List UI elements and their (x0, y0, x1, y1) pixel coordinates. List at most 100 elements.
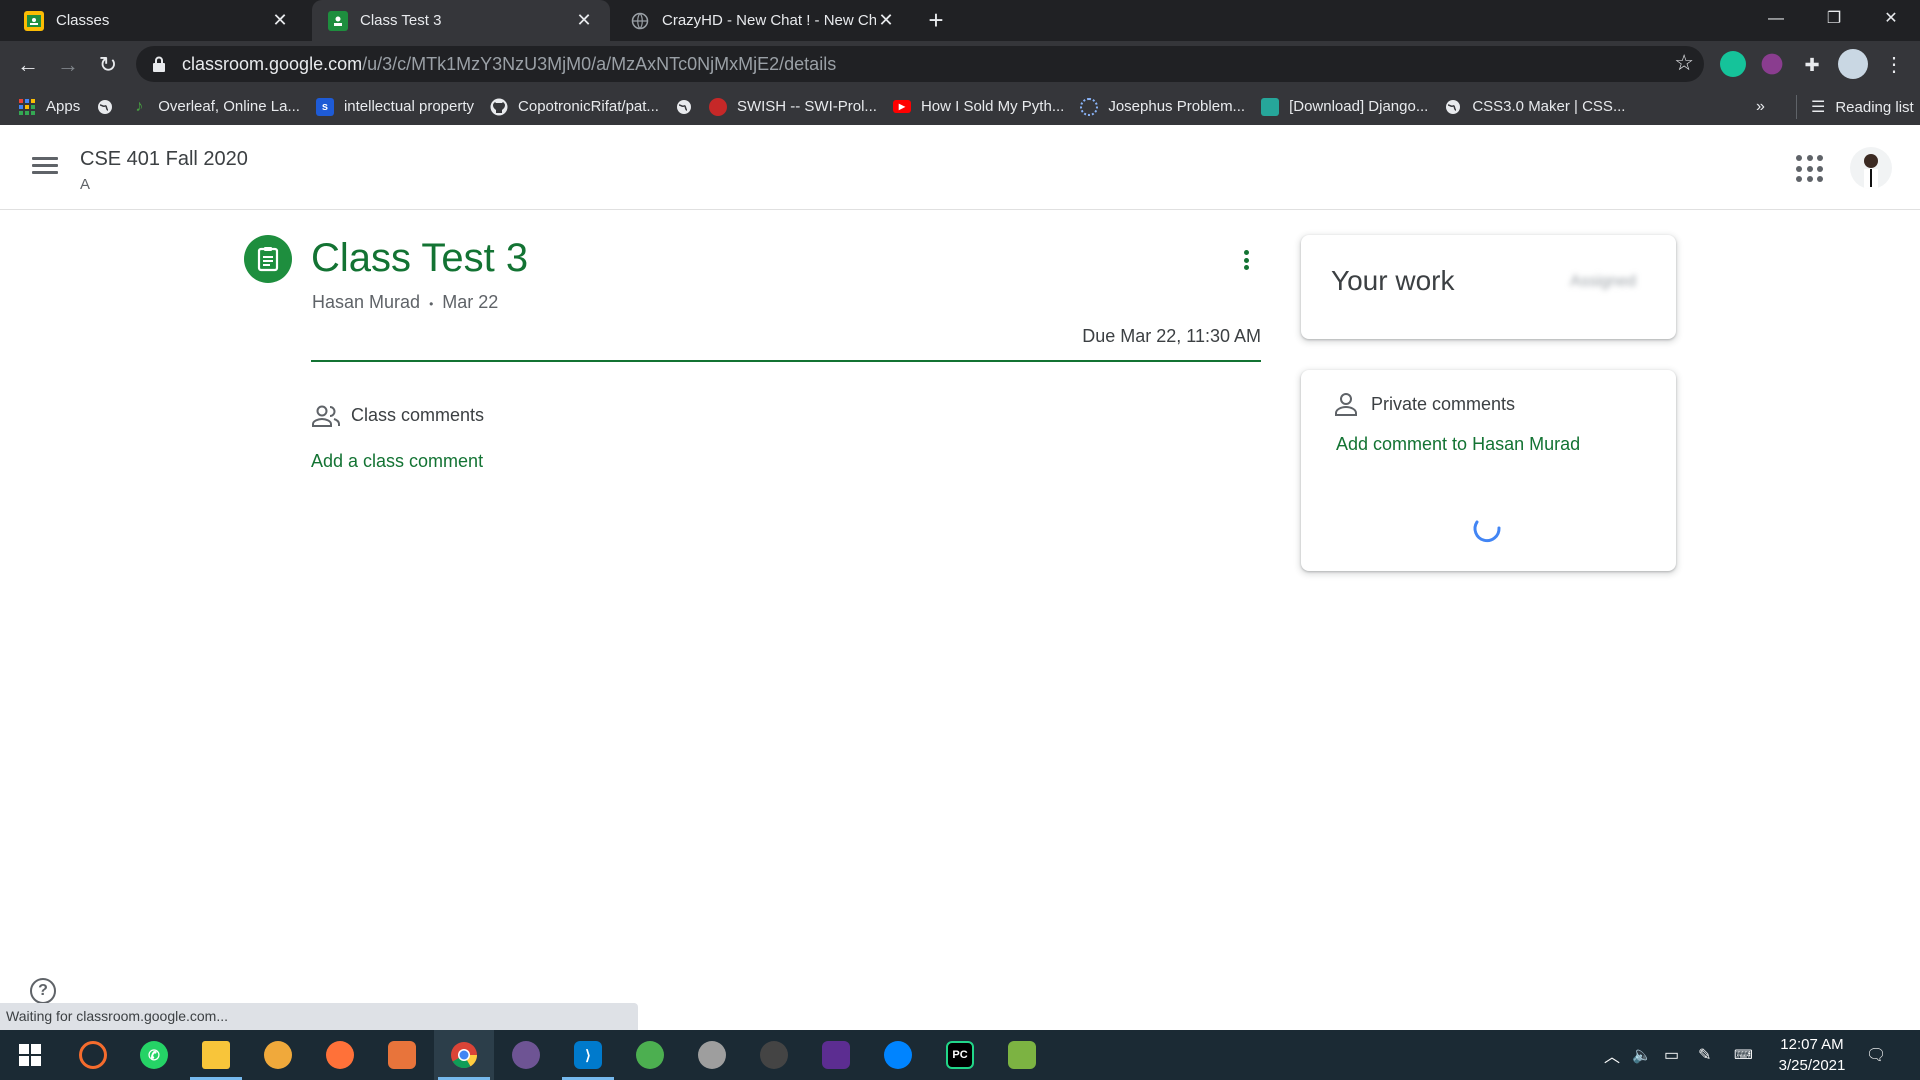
bookmarks-overflow-chevron-icon[interactable]: » (1756, 88, 1765, 125)
private-comments-card: Private comments Add comment to Hasan Mu… (1301, 370, 1676, 571)
tab-title: CrazyHD - New Chat ! - New Cha (662, 12, 876, 29)
forward-icon[interactable]: → (50, 47, 86, 83)
back-icon[interactable]: ← (10, 47, 46, 83)
notepad-app-taskbar-icon[interactable] (992, 1030, 1052, 1080)
windows-logo-icon (19, 1044, 41, 1066)
assignment-title: Class Test 3 (311, 236, 529, 280)
file-explorer-taskbar-icon[interactable] (186, 1030, 246, 1080)
bookmark-intellectual-property[interactable]: s intellectual property (315, 97, 474, 116)
django-icon (1261, 97, 1280, 116)
course-title[interactable]: CSE 401 Fall 2020 (80, 148, 248, 171)
messenger-taskbar-icon[interactable] (868, 1030, 928, 1080)
restore-icon[interactable]: ❐ (1805, 0, 1863, 41)
your-work-title: Your work (1331, 265, 1455, 296)
close-icon[interactable]: ✕ (1862, 0, 1920, 41)
close-tab-icon[interactable]: ✕ (876, 10, 896, 31)
bookmark-label: Josephus Problem... (1108, 98, 1246, 115)
system-clock[interactable]: 12:07 AM 3/25/2021 (1772, 1034, 1852, 1076)
brave-taskbar-icon[interactable] (248, 1030, 308, 1080)
chrome-taskbar-icon[interactable] (434, 1030, 494, 1080)
reading-list-icon: ☰ (1811, 98, 1826, 116)
extension-icon[interactable] (1761, 53, 1783, 75)
clock-time: 12:07 AM (1780, 1036, 1844, 1053)
tab-classes[interactable]: Classes ✕ (8, 0, 306, 41)
globe-icon (675, 98, 693, 116)
due-date: Due Mar 22, 11:30 AM (1082, 326, 1261, 346)
person-icon (1335, 393, 1357, 416)
github-icon (490, 98, 508, 116)
bookmark-overleaf[interactable]: ♪ Overleaf, Online La... (130, 98, 300, 116)
bookmarks-bar: Apps ♪ Overleaf, Online La... s intellec… (0, 88, 1920, 125)
browser-menu-icon[interactable]: ⋮ (1876, 47, 1912, 83)
bookmark-label: How I Sold My Pyth... (920, 98, 1065, 115)
bookmark-globe[interactable] (96, 98, 114, 116)
volume-icon[interactable]: 🔈 (1632, 1030, 1652, 1080)
reading-list-button[interactable]: ☰ Reading list (1796, 95, 1914, 119)
pen-icon[interactable]: ✎ (1698, 1030, 1711, 1080)
network-icon[interactable]: ▭ (1664, 1030, 1679, 1080)
account-avatar[interactable] (1850, 147, 1892, 189)
bookmark-label: SWISH -- SWI-Prol... (736, 98, 877, 115)
show-hidden-icons-chevron-icon[interactable]: ︿ (1604, 1030, 1620, 1080)
firefox-taskbar-icon[interactable] (310, 1030, 370, 1080)
visual-studio-taskbar-icon[interactable] (806, 1030, 866, 1080)
bookmark-youtube[interactable]: ▶ How I Sold My Pyth... (892, 98, 1065, 115)
google-apps-icon[interactable] (1796, 155, 1824, 183)
windows-taskbar: ✆ ⟩ PC ︿ 🔈 ▭ ✎ ⌨ 12:07 AM 3/25/2021 🗨 (0, 1030, 1920, 1080)
green-app-taskbar-icon[interactable] (620, 1030, 680, 1080)
new-tab-button[interactable]: + (920, 4, 952, 36)
pycharm-taskbar-icon[interactable]: PC (930, 1030, 990, 1080)
bookmark-css3-maker[interactable]: CSS3.0 Maker | CSS... (1444, 98, 1625, 116)
bookmark-label: Overleaf, Online La... (158, 98, 300, 115)
bookmark-swish[interactable]: SWISH -- SWI-Prol... (708, 97, 877, 116)
youtube-icon: ▶ (892, 100, 911, 113)
whatsapp-taskbar-icon[interactable]: ✆ (124, 1030, 184, 1080)
address-bar[interactable]: classroom.google.com/u/3/c/MTk1MzY3NzU3M… (136, 46, 1704, 82)
profile-avatar-icon[interactable] (1838, 49, 1868, 79)
origin-taskbar-icon[interactable] (63, 1030, 123, 1080)
start-button[interactable] (0, 1030, 60, 1080)
matlab-taskbar-icon[interactable] (372, 1030, 432, 1080)
close-tab-icon[interactable]: ✕ (270, 10, 290, 31)
minimize-icon[interactable]: — (1747, 0, 1805, 41)
close-tab-icon[interactable]: ✕ (574, 10, 594, 31)
keyboard-icon[interactable]: ⌨ (1734, 1030, 1753, 1080)
inkscape-taskbar-icon[interactable] (744, 1030, 804, 1080)
add-class-comment-link[interactable]: Add a class comment (311, 451, 483, 472)
vscode-taskbar-icon[interactable]: ⟩ (558, 1030, 618, 1080)
work-status: Assigned (1570, 273, 1636, 290)
tab-class-test-3[interactable]: Class Test 3 ✕ (312, 0, 610, 41)
bookmark-star-icon[interactable]: ☆ (1674, 50, 1694, 76)
bookmark-label: Apps (46, 98, 81, 115)
swish-icon (708, 97, 727, 116)
url-text: classroom.google.com/u/3/c/MTk1MzY3NzU3M… (182, 54, 836, 75)
bookmark-django[interactable]: [Download] Django... (1261, 97, 1428, 116)
help-icon[interactable]: ? (30, 978, 56, 1004)
reload-icon[interactable]: ↻ (90, 47, 126, 83)
reading-list-label: Reading list (1835, 98, 1914, 116)
grammarly-extension-icon[interactable] (1720, 51, 1746, 77)
classroom-header: CSE 401 Fall 2020 A (0, 125, 1920, 210)
tab-crazyhd[interactable]: CrazyHD - New Chat ! - New Cha ✕ (614, 0, 912, 41)
assignment-divider (311, 360, 1261, 362)
course-section: A (80, 176, 91, 193)
bookmark-josephus[interactable]: Josephus Problem... (1080, 97, 1246, 116)
more-options-icon[interactable] (1236, 246, 1256, 274)
notifications-icon[interactable]: 🗨 (1866, 1030, 1886, 1080)
browser-tab-strip: Classes ✕ Class Test 3 ✕ CrazyHD - New C… (0, 0, 1920, 41)
bookmark-globe-2[interactable] (675, 98, 693, 116)
add-private-comment-link[interactable]: Add comment to Hasan Murad (1336, 434, 1580, 455)
browser-toolbar: ← → ↻ classroom.google.com/u/3/c/MTk1MzY… (0, 41, 1920, 88)
bookmark-apps[interactable]: Apps (18, 98, 80, 116)
assignment-author: Hasan Murad (312, 292, 421, 312)
main-menu-icon[interactable] (28, 153, 62, 183)
bookmark-github[interactable]: CopotronicRifat/pat... (490, 98, 659, 116)
url-path: /u/3/c/MTk1MzY3NzU3MjM0/a/MzAxNTc0NjMxMj… (362, 53, 837, 74)
github-desktop-taskbar-icon[interactable] (496, 1030, 556, 1080)
extensions-puzzle-icon[interactable]: ✚ (1794, 47, 1830, 83)
globe-icon (96, 98, 114, 116)
meta-separator: • (429, 297, 434, 311)
overleaf-icon: ♪ (135, 97, 144, 115)
globe-icon (1444, 98, 1462, 116)
brain-app-taskbar-icon[interactable] (682, 1030, 742, 1080)
